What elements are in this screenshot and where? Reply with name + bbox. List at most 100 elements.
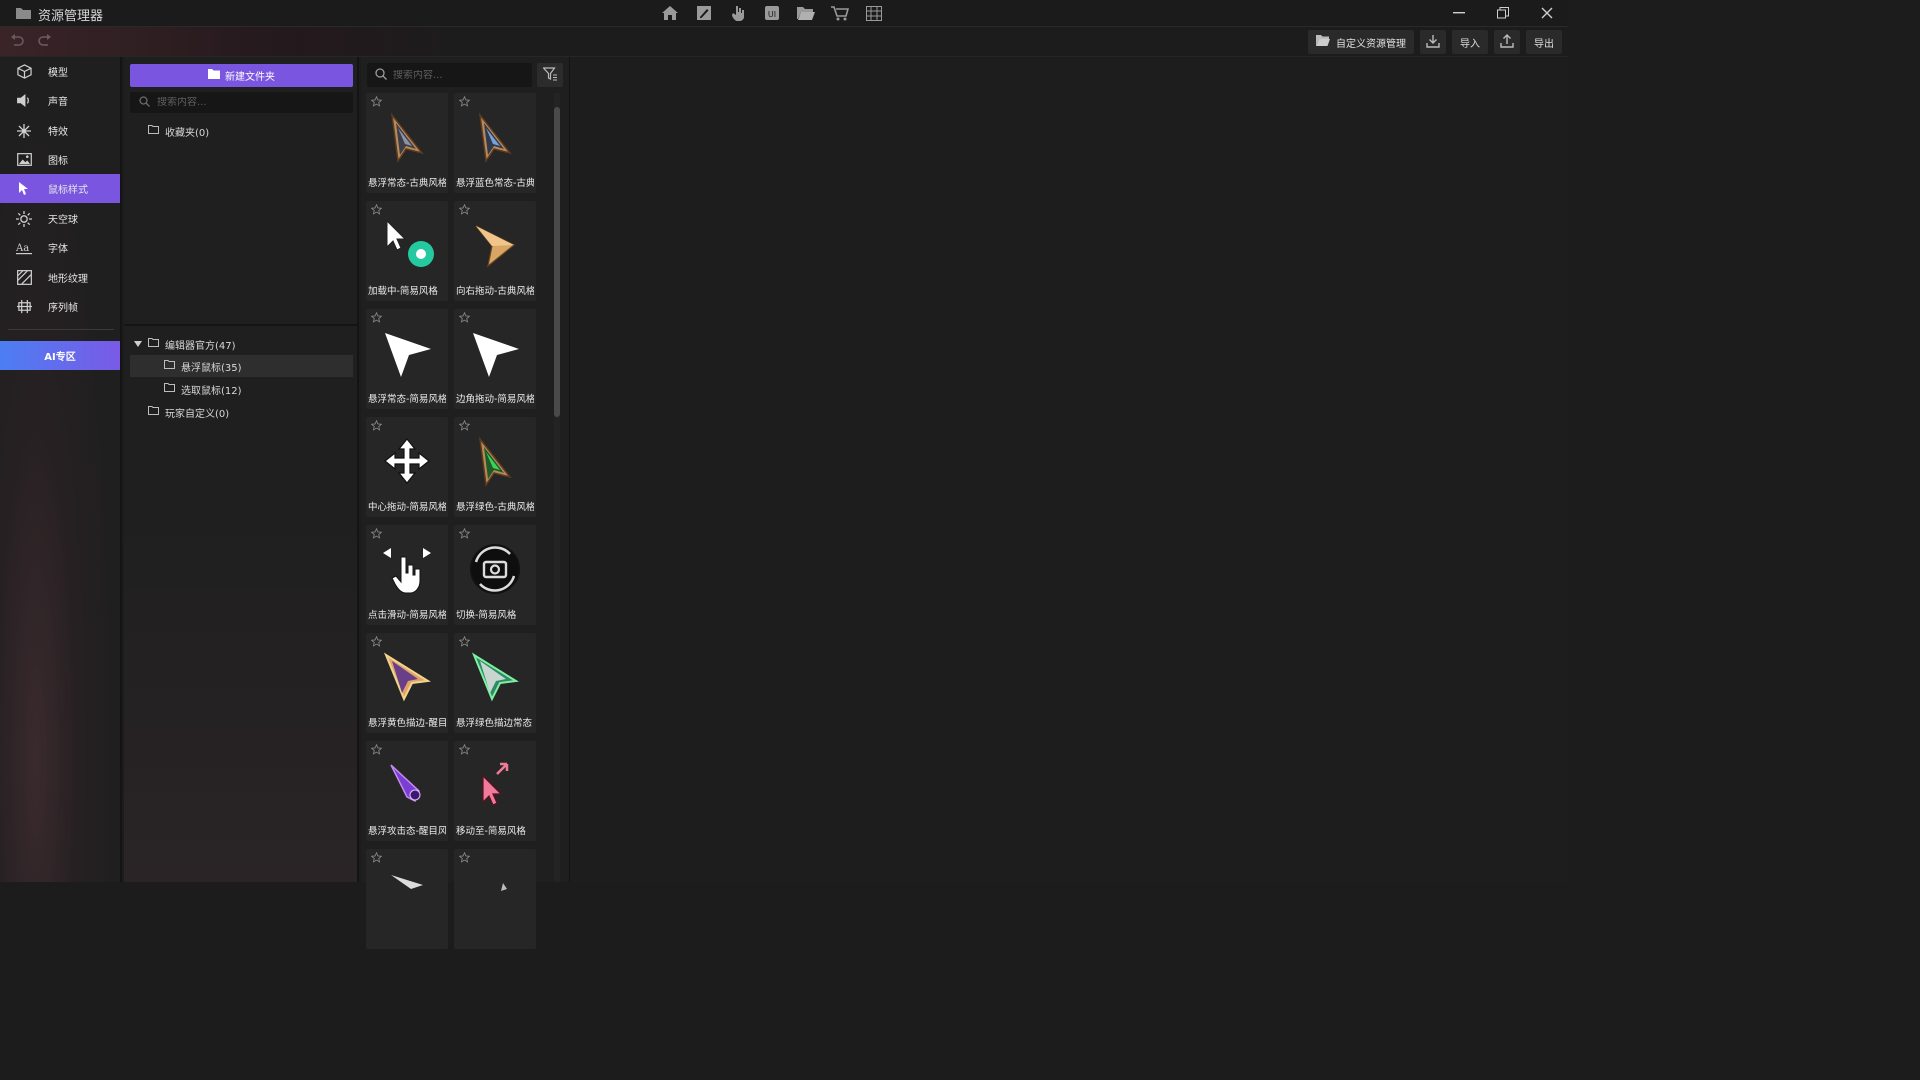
asset-card[interactable]: 边角拖动-简易风格 bbox=[454, 309, 536, 409]
tree-node-label: 玩家自定义(0) bbox=[165, 408, 230, 420]
folder-search bbox=[130, 92, 353, 113]
scrollbar-thumb[interactable] bbox=[554, 107, 560, 417]
cart-icon[interactable] bbox=[830, 3, 850, 23]
attack-cursor-icon bbox=[366, 749, 448, 821]
favorites-label: 收藏夹(0) bbox=[165, 127, 210, 139]
tree-node-select-cursor[interactable]: 选取鼠标(12) bbox=[164, 378, 242, 400]
sidebar-divider bbox=[8, 329, 114, 330]
tree-node-label: 选取鼠标(12) bbox=[181, 385, 242, 397]
asset-card-name: 悬浮攻击态-醒目风格 bbox=[368, 826, 446, 837]
folder-icon bbox=[208, 69, 220, 82]
yellow-outline-cursor-icon bbox=[366, 641, 448, 713]
folder-search-input[interactable] bbox=[157, 97, 317, 108]
asset-card[interactable] bbox=[366, 849, 448, 949]
asset-card[interactable]: 加载中-简易风格 bbox=[366, 201, 448, 301]
custom-manage-label: 自定义资源管理 bbox=[1336, 38, 1406, 50]
new-folder-label: 新建文件夹 bbox=[225, 72, 275, 83]
hand-icon[interactable] bbox=[728, 3, 748, 23]
export-icon-button[interactable] bbox=[1494, 30, 1520, 54]
panel-divider bbox=[124, 324, 359, 326]
classic-gold-cursor-icon bbox=[366, 101, 448, 173]
folder-outline-icon bbox=[148, 406, 159, 418]
asset-card[interactable]: 向右拖动-古典风格 bbox=[454, 201, 536, 301]
export-button[interactable]: 导出 bbox=[1526, 30, 1562, 54]
corner-drag-cursor-icon bbox=[454, 317, 536, 389]
quick-nav: UI bbox=[660, 3, 884, 23]
asset-card[interactable]: 中心拖动-简易风格 bbox=[366, 417, 448, 517]
asset-grid-scrollbar[interactable] bbox=[554, 93, 560, 882]
asset-card[interactable]: 悬浮黄色描边-醒目风格 bbox=[366, 633, 448, 733]
loading-cursor-icon bbox=[366, 209, 448, 281]
new-folder-button[interactable]: 新建文件夹 bbox=[130, 64, 353, 87]
sidebar-item-label: 声音 bbox=[48, 97, 68, 108]
toolbar: 自定义资源管理 导入 导出 bbox=[0, 27, 1568, 57]
sidebar-item-cursor-style[interactable]: 鼠标样式 bbox=[0, 174, 120, 203]
sidebar-item-sequence-frames[interactable]: 序列帧 bbox=[0, 292, 120, 321]
restore-icon[interactable] bbox=[1490, 3, 1516, 23]
close-icon[interactable] bbox=[1534, 3, 1560, 23]
cursor-icon bbox=[16, 181, 32, 197]
cube-icon bbox=[16, 64, 32, 80]
sidebar-item-label: 字体 bbox=[48, 244, 68, 255]
classic-blue-cursor-icon bbox=[454, 101, 536, 173]
asset-card[interactable]: 悬浮常态-古典风格 bbox=[366, 93, 448, 193]
sidebar-item-skybox[interactable]: 天空球 bbox=[0, 204, 120, 233]
partial-cursor-icon bbox=[454, 857, 536, 929]
asset-card[interactable]: 悬浮绿色描边常态 bbox=[454, 633, 536, 733]
custom-resource-manage-button[interactable]: 自定义资源管理 bbox=[1308, 30, 1414, 54]
drag-right-cursor-icon bbox=[454, 209, 536, 281]
content-search-input[interactable] bbox=[393, 69, 532, 81]
asset-card-name: 悬浮黄色描边-醒目风格 bbox=[368, 718, 446, 729]
expand-arrow-icon[interactable] bbox=[134, 339, 142, 350]
asset-card-name: 向右拖动-古典风格 bbox=[456, 286, 534, 297]
green-outline-cursor-icon bbox=[454, 641, 536, 713]
table-icon[interactable] bbox=[864, 3, 884, 23]
asset-grid-panel: 悬浮常态-古典风格 悬浮蓝色常态-古典风格 加载中-简易风格 向右拖动-古典风格… bbox=[361, 57, 570, 949]
asset-card[interactable]: 悬浮绿色-古典风格 bbox=[454, 417, 536, 517]
open-folder-icon[interactable] bbox=[796, 3, 816, 23]
ai-zone-button[interactable]: AI专区 bbox=[0, 341, 120, 370]
sidebar-item-sound[interactable]: 声音 bbox=[0, 86, 120, 115]
asset-card[interactable]: 悬浮蓝色常态-古典风格 bbox=[454, 93, 536, 193]
sidebar-item-label: 鼠标样式 bbox=[48, 185, 88, 196]
speaker-icon bbox=[16, 93, 32, 109]
tree-node-player-custom[interactable]: 玩家自定义(0) bbox=[148, 401, 229, 423]
toolbar-actions: 自定义资源管理 导入 导出 bbox=[1308, 30, 1562, 54]
sidebar-item-label: 特效 bbox=[48, 127, 68, 138]
asset-card-name: 悬浮蓝色常态-古典风格 bbox=[456, 178, 534, 189]
sidebar-item-icons[interactable]: 图标 bbox=[0, 145, 120, 174]
asset-card[interactable]: 点击滑动-简易风格 bbox=[366, 525, 448, 625]
asset-card[interactable] bbox=[454, 849, 536, 949]
tree-node-official[interactable]: 编辑器官方(47) bbox=[134, 333, 236, 355]
favorites-folder[interactable]: 收藏夹(0) bbox=[148, 120, 209, 142]
tree-node-hover-cursor[interactable]: 悬浮鼠标(35) bbox=[130, 355, 353, 377]
redo-icon[interactable] bbox=[38, 34, 52, 51]
sidebar-item-effects[interactable]: 特效 bbox=[0, 116, 120, 145]
asset-card[interactable]: 悬浮攻击态-醒目风格 bbox=[366, 741, 448, 841]
asset-card-name: 点击滑动-简易风格 bbox=[368, 610, 446, 621]
undo-icon[interactable] bbox=[10, 34, 24, 51]
home-icon[interactable] bbox=[660, 3, 680, 23]
minimize-icon[interactable] bbox=[1446, 3, 1472, 23]
asset-card[interactable]: 切换-简易风格 bbox=[454, 525, 536, 625]
import-button[interactable]: 导入 bbox=[1452, 30, 1488, 54]
move-to-cursor-icon bbox=[454, 749, 536, 821]
import-icon-button[interactable] bbox=[1420, 30, 1446, 54]
sparkle-icon bbox=[16, 123, 32, 139]
asset-card-name: 悬浮常态-简易风格 bbox=[368, 394, 446, 405]
edit-icon[interactable] bbox=[694, 3, 714, 23]
ai-zone-label: AI专区 bbox=[44, 352, 76, 363]
asset-card[interactable]: 移动至-简易风格 bbox=[454, 741, 536, 841]
folder-outline-icon bbox=[148, 338, 159, 350]
partial-cursor-icon bbox=[366, 857, 448, 929]
filter-button[interactable] bbox=[537, 63, 563, 87]
search-icon bbox=[375, 67, 387, 83]
sidebar-item-font[interactable]: Aa 字体 bbox=[0, 233, 120, 262]
window-title: 资源管理器 bbox=[38, 9, 104, 24]
ui-icon[interactable]: UI bbox=[762, 3, 782, 23]
sidebar-item-model[interactable]: 模型 bbox=[0, 57, 120, 86]
sidebar-item-terrain-texture[interactable]: 地形纹理 bbox=[0, 263, 120, 292]
tree-node-label: 悬浮鼠标(35) bbox=[181, 362, 242, 374]
asset-card[interactable]: 悬浮常态-简易风格 bbox=[366, 309, 448, 409]
download-icon bbox=[1426, 34, 1440, 51]
